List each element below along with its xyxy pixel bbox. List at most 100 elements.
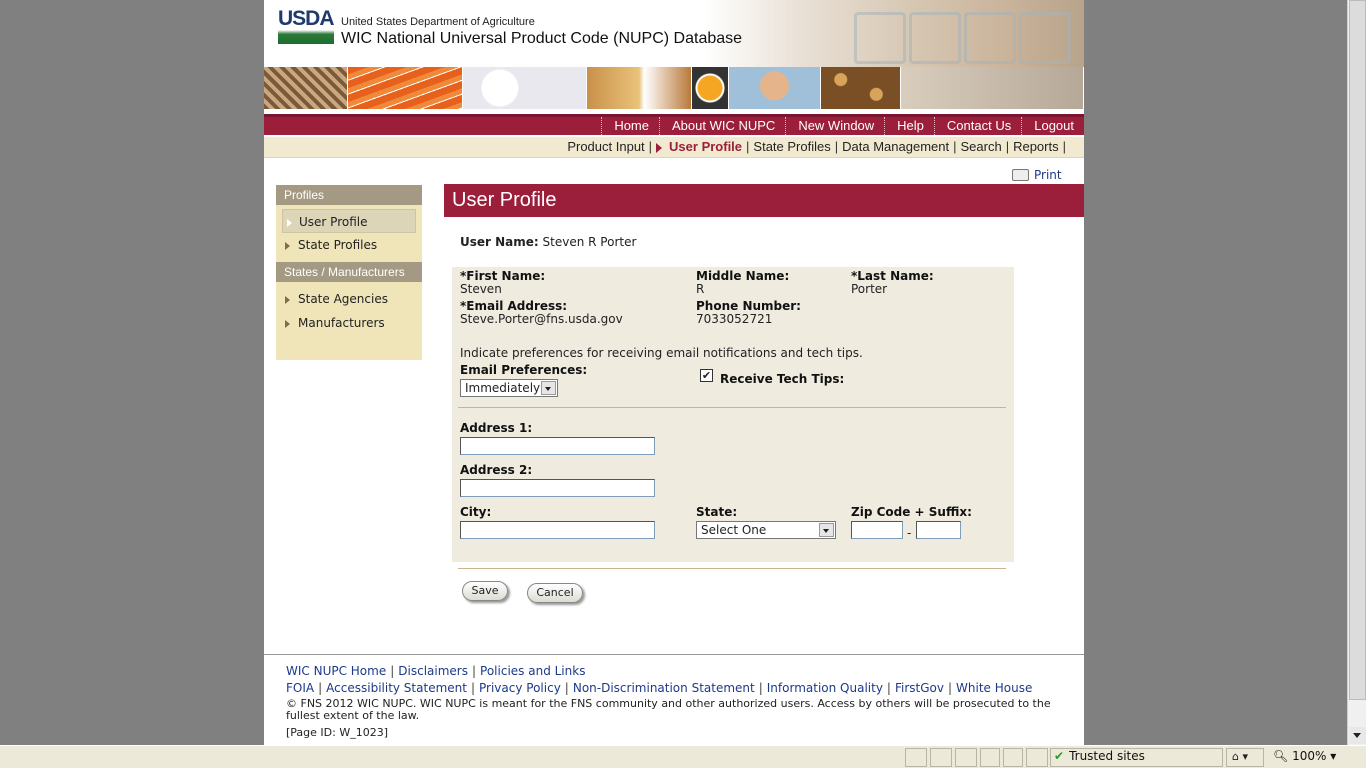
food-photo-strip [264,67,1084,109]
security-zone-label: Trusted sites [1069,749,1145,763]
footer-separator: | [471,664,477,678]
nav-about-wic-nupc[interactable]: About WIC NUPC [659,117,785,135]
state-select-value: Select One [701,523,767,537]
cart-photo [901,67,1084,109]
usda-logo[interactable]: USDA [278,7,335,48]
zoom-icon: 🔍︎ [1273,749,1289,763]
zip-suffix-field[interactable] [916,521,961,539]
chevron-down-icon: ▾ [1330,749,1337,763]
subnav-separator: | [953,139,957,154]
phone-label: Phone Number: [696,299,801,313]
print-link[interactable]: Print [1012,168,1062,182]
cereal-photo [587,67,692,109]
footer-separator: | [564,681,569,695]
state-label: State: [696,505,738,519]
subnav-data-management[interactable]: Data Management [842,139,949,154]
zip-dash: - [907,526,912,540]
address2-field[interactable] [460,479,655,497]
page: USDA United States Department of Agricul… [264,0,1084,745]
footer-separator: | [390,664,395,678]
email-preferences-select[interactable]: Immediately [460,379,558,397]
subnav-label: Reports [1013,139,1059,154]
subnav-product-input[interactable]: Product Input [567,139,644,154]
last-name-value: Porter [851,282,888,296]
footer-link-foia[interactable]: FOIA [286,681,314,695]
tech-tips-checkbox[interactable]: ✔ [700,369,713,382]
footer-separator: | [947,681,953,695]
scrollbar-thumb[interactable] [1349,0,1366,700]
footer-link-information-quality[interactable]: Information Quality [767,681,883,695]
subnav-label: Product Input [567,139,645,154]
sidebar-item-manufacturers[interactable]: Manufacturers [276,311,422,335]
footer-separator: | [886,681,891,695]
cart-image [964,12,1016,64]
zoom-level: 100% [1292,749,1327,763]
zip-code-field[interactable] [851,521,903,539]
user-name-label: User Name: [460,235,539,249]
preferences-note: Indicate preferences for receiving email… [460,346,863,360]
address1-field[interactable] [460,437,655,455]
nav-contact-us[interactable]: Contact Us [933,117,1021,135]
database-title: WIC National Universal Product Code (NUP… [341,30,743,47]
page-title: User Profile [444,184,1084,217]
status-cell [905,748,927,767]
state-select[interactable]: Select One [696,521,836,539]
section-divider [458,407,1006,408]
footer-link-non-discrimination-statement[interactable]: Non-Discrimination Statement [573,681,755,695]
status-cell [930,748,952,767]
vertical-scrollbar[interactable] [1347,0,1366,745]
nav-home[interactable]: Home [601,117,659,135]
zoom-control[interactable]: 🔍︎ 100% ▾ [1273,749,1336,763]
sidebar-item-state-profiles[interactable]: State Profiles [276,233,422,257]
nav-help[interactable]: Help [884,117,934,135]
subnav-state-profiles[interactable]: State Profiles [753,139,830,154]
active-arrow-icon [656,142,663,153]
first-name-label: *First Name: [460,269,546,283]
subnav-user-profile[interactable]: User Profile [656,139,742,154]
carrots-photo [348,67,463,109]
footer-link-wic-nupc-home[interactable]: WIC NUPC Home [286,664,386,678]
orange-photo [692,67,729,109]
footer-link-disclaimers[interactable]: Disclaimers [398,664,468,678]
checkmark-icon: ✔ [1054,749,1065,763]
print-label: Print [1034,168,1062,182]
middle-name-label: Middle Name: [696,269,790,283]
cancel-button[interactable]: Cancel [527,583,583,603]
footer-link-firstgov[interactable]: FirstGov [895,681,944,695]
peanuts-photo [821,67,901,109]
subnav-search[interactable]: Search [960,139,1001,154]
chevron-down-icon [541,381,556,395]
security-zone[interactable]: ✔ Trusted sites [1054,749,1145,763]
tech-tips-label: Receive Tech Tips: [720,372,845,386]
page-id: [Page ID: W_1023] [286,726,388,739]
footer-link-accessibility-statement[interactable]: Accessibility Statement [326,681,467,695]
chevron-down-icon [819,523,834,537]
department-name: United States Department of Agriculture [341,16,535,28]
address2-label: Address 2: [460,463,533,477]
city-field[interactable] [460,521,655,539]
subnav-reports[interactable]: Reports [1013,139,1059,154]
baby-photo [729,67,821,109]
footer-links-row1: WIC NUPC Home | Disclaimers | Policies and L… [286,664,585,678]
main-nav: Home About WIC NUPC New Window Help Contact … [264,114,1084,135]
first-name-value: Steven [460,282,502,296]
subnav-label: User Profile [669,139,743,154]
usda-logo-text: USDA [278,7,335,30]
footer-link-policies-and-links[interactable]: Policies and Links [480,664,585,678]
save-button[interactable]: Save [462,581,508,601]
footer-link-privacy-policy[interactable]: Privacy Policy [479,681,561,695]
sidebar-item-user-profile[interactable]: User Profile [282,209,416,233]
sidebar-item-state-agencies[interactable]: State Agencies [276,287,422,311]
email-preferences-label: Email Preferences: [460,363,588,377]
status-cell [955,748,977,767]
middle-name-value: R [696,282,705,296]
profile-form: *First Name: Steven Middle Name: R *Last… [452,267,1014,562]
protected-mode-cell[interactable]: ⌂ ▾ [1226,748,1264,767]
browser-status-bar: ✔ Trusted sites ⌂ ▾ 🔍︎ 100% ▾ [0,745,1366,768]
footer-link-white-house[interactable]: White House [956,681,1032,695]
user-name: User Name: Steven R Porter [460,235,636,249]
nav-logout[interactable]: Logout [1021,117,1084,135]
scroll-down-button[interactable] [1349,727,1366,744]
nav-new-window[interactable]: New Window [785,117,884,135]
lock-icon: ⌂ ▾ [1232,750,1249,763]
